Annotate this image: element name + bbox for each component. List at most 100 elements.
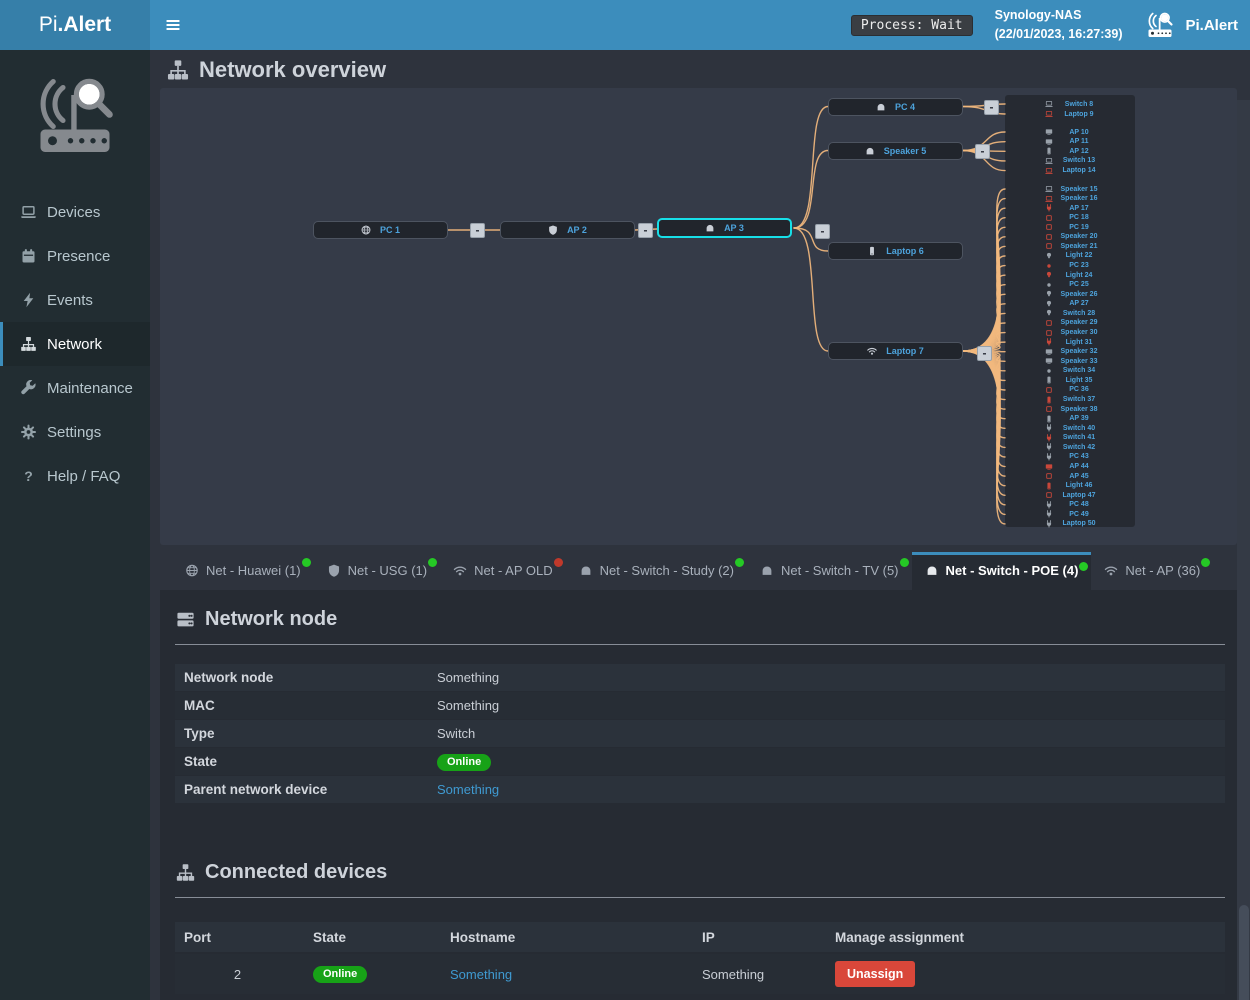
leaf-device-pc-48[interactable]: PC 48 xyxy=(1005,500,1135,509)
leaf-device-laptop-14[interactable]: Laptop 14 xyxy=(1005,166,1135,175)
leaf-device-switch-40[interactable]: Switch 40 xyxy=(1005,424,1135,433)
leaf-device-switch-41[interactable]: Switch 41 xyxy=(1005,433,1135,442)
leaf-device-switch-8[interactable]: Switch 8 xyxy=(1005,100,1135,109)
leaf-device-speaker-30[interactable]: Speaker 30 xyxy=(1005,328,1135,337)
tab-net-ap-36[interactable]: Net - AP (36) xyxy=(1091,553,1213,590)
mobile-icon xyxy=(867,246,877,256)
sidebar-item-label: Events xyxy=(47,292,93,309)
leaf-device-ap-45[interactable]: AP 45 xyxy=(1005,472,1135,481)
tab-net-switch-tv-5[interactable]: Net - Switch - TV (5) xyxy=(747,553,912,590)
tab-net-usg-1[interactable]: Net - USG (1) xyxy=(314,553,440,590)
leaf-device-ap-10[interactable]: AP 10 xyxy=(1005,128,1135,137)
leaf-device-panel: Switch 8Laptop 9 AP 10AP 11AP 12Switch 13… xyxy=(1005,95,1135,527)
leaf-device-light-24[interactable]: Light 24 xyxy=(1005,271,1135,280)
leaf-device-ap-39[interactable]: AP 39 xyxy=(1005,414,1135,423)
sidebar-item-network[interactable]: Network xyxy=(0,322,150,366)
leaf-label: AP 12 xyxy=(1031,147,1127,156)
unassign-button[interactable]: Unassign xyxy=(835,961,915,987)
status-badge: Online xyxy=(437,754,491,771)
tab-net-huawei-1[interactable]: Net - Huawei (1) xyxy=(172,553,314,590)
leaf-device-ap-12[interactable]: AP 12 xyxy=(1005,147,1135,156)
leaf-label: Light 31 xyxy=(1031,338,1127,347)
leaf-device-light-35[interactable]: Light 35 xyxy=(1005,376,1135,385)
leaf-device-pc-18[interactable]: PC 18 xyxy=(1005,213,1135,222)
sidebar-item-label: Presence xyxy=(47,248,110,265)
app-logo[interactable]: Pi.Alert xyxy=(0,0,150,50)
collapse-connector[interactable]: - xyxy=(975,144,990,159)
map-node-ap-2[interactable]: AP 2 xyxy=(500,221,635,239)
leaf-device-speaker-16[interactable]: Speaker 16 xyxy=(1005,194,1135,203)
map-node-pc-1[interactable]: PC 1 xyxy=(313,221,448,239)
leaf-device-laptop-9[interactable]: Laptop 9 xyxy=(1005,110,1135,119)
leaf-device-switch-28[interactable]: Switch 28 xyxy=(1005,309,1135,318)
wifi-icon xyxy=(867,346,877,356)
table-row: MAC Something xyxy=(175,692,1225,719)
map-node-laptop-7[interactable]: Laptop 7 xyxy=(828,342,963,360)
status-dot xyxy=(900,558,909,567)
leaf-device-speaker-32[interactable]: Speaker 32 xyxy=(1005,347,1135,356)
sidebar-item-help-faq[interactable]: ?Help / FAQ xyxy=(0,454,150,498)
map-node-laptop-6[interactable]: Laptop 6 xyxy=(828,242,963,260)
collapse-connector[interactable]: - xyxy=(638,223,653,238)
leaf-device-pc-19[interactable]: PC 19 xyxy=(1005,223,1135,232)
leaf-device-speaker-21[interactable]: Speaker 21 xyxy=(1005,242,1135,251)
leaf-device-pc-25[interactable]: PC 25 xyxy=(1005,280,1135,289)
leaf-device-laptop-47[interactable]: Laptop 47 xyxy=(1005,491,1135,500)
leaf-label: Laptop 14 xyxy=(1031,166,1127,175)
map-node-label: Speaker 5 xyxy=(884,146,927,156)
collapse-connector[interactable]: - xyxy=(815,224,830,239)
wifi-icon xyxy=(453,564,467,577)
leaf-label: Speaker 16 xyxy=(1031,194,1127,203)
map-node-speaker-5[interactable]: Speaker 5 xyxy=(828,142,963,160)
leaf-device-ap-44[interactable]: AP 44 xyxy=(1005,462,1135,471)
leaf-device-laptop-50[interactable]: Laptop 50 xyxy=(1005,519,1135,528)
leaf-device-pc-43[interactable]: PC 43 xyxy=(1005,452,1135,461)
tab-net-ap-old[interactable]: Net - AP OLD xyxy=(440,553,566,590)
hostname-link[interactable]: Something xyxy=(450,967,512,982)
host-timestamp: (22/01/2023, 16:27:39) xyxy=(995,25,1123,44)
app-badge[interactable]: Pi.Alert xyxy=(1144,11,1238,39)
leaf-device-switch-42[interactable]: Switch 42 xyxy=(1005,443,1135,452)
leaf-label: Laptop 50 xyxy=(1031,519,1127,528)
leaf-device-ap-11[interactable]: AP 11 xyxy=(1005,137,1135,146)
parent-device-link[interactable]: Something xyxy=(437,782,499,797)
leaf-device-light-22[interactable]: Light 22 xyxy=(1005,251,1135,260)
sidebar-item-presence[interactable]: Presence xyxy=(0,234,150,278)
leaf-device-ap-27[interactable]: AP 27 xyxy=(1005,299,1135,308)
leaf-device-speaker-15[interactable]: Speaker 15 xyxy=(1005,185,1135,194)
leaf-label: Switch 34 xyxy=(1031,366,1127,375)
collapse-connector[interactable]: - xyxy=(984,100,999,115)
map-node-pc-4[interactable]: PC 4 xyxy=(828,98,963,116)
leaf-device-switch-34[interactable]: Switch 34 xyxy=(1005,366,1135,375)
leaf-label: PC 49 xyxy=(1031,510,1127,519)
leaf-device-speaker-38[interactable]: Speaker 38 xyxy=(1005,405,1135,414)
collapse-connector[interactable]: - xyxy=(470,223,485,238)
scrollbar-thumb[interactable] xyxy=(1239,905,1249,1000)
tab-net-switch-study-2[interactable]: Net - Switch - Study (2) xyxy=(566,553,747,590)
sidebar-item-events[interactable]: Events xyxy=(0,278,150,322)
tab-net-switch-poe-4[interactable]: Net - Switch - POE (4) xyxy=(912,552,1092,590)
ethernet-icon xyxy=(876,102,886,112)
sidebar-item-maintenance[interactable]: Maintenance xyxy=(0,366,150,410)
sidebar-item-devices[interactable]: Devices xyxy=(0,190,150,234)
leaf-device-pc-23[interactable]: PC 23 xyxy=(1005,261,1135,270)
leaf-device-speaker-20[interactable]: Speaker 20 xyxy=(1005,232,1135,241)
leaf-device-pc-36[interactable]: PC 36 xyxy=(1005,385,1135,394)
shield-icon xyxy=(327,564,341,577)
sidebar-toggle-button[interactable] xyxy=(150,0,196,50)
table-row: 2 Online Something Something Unassign xyxy=(175,954,1225,994)
leaf-device-light-31[interactable]: Light 31 xyxy=(1005,338,1135,347)
collapse-connector[interactable]: - xyxy=(977,346,992,361)
leaf-device-pc-49[interactable]: PC 49 xyxy=(1005,510,1135,519)
leaf-device-speaker-26[interactable]: Speaker 26 xyxy=(1005,290,1135,299)
leaf-device-ap-17[interactable]: AP 17 xyxy=(1005,204,1135,213)
leaf-device-light-46[interactable]: Light 46 xyxy=(1005,481,1135,490)
leaf-device-switch-37[interactable]: Switch 37 xyxy=(1005,395,1135,404)
map-node-ap-3[interactable]: AP 3 xyxy=(657,218,792,238)
leaf-device-speaker-33[interactable]: Speaker 33 xyxy=(1005,357,1135,366)
scrollbar-track[interactable] xyxy=(1237,100,1250,1000)
leaf-device-switch-13[interactable]: Switch 13 xyxy=(1005,156,1135,165)
leaf-device-speaker-29[interactable]: Speaker 29 xyxy=(1005,318,1135,327)
sidebar-item-settings[interactable]: Settings xyxy=(0,410,150,454)
network-node-table: Network node Something MAC Something Typ… xyxy=(175,664,1225,803)
